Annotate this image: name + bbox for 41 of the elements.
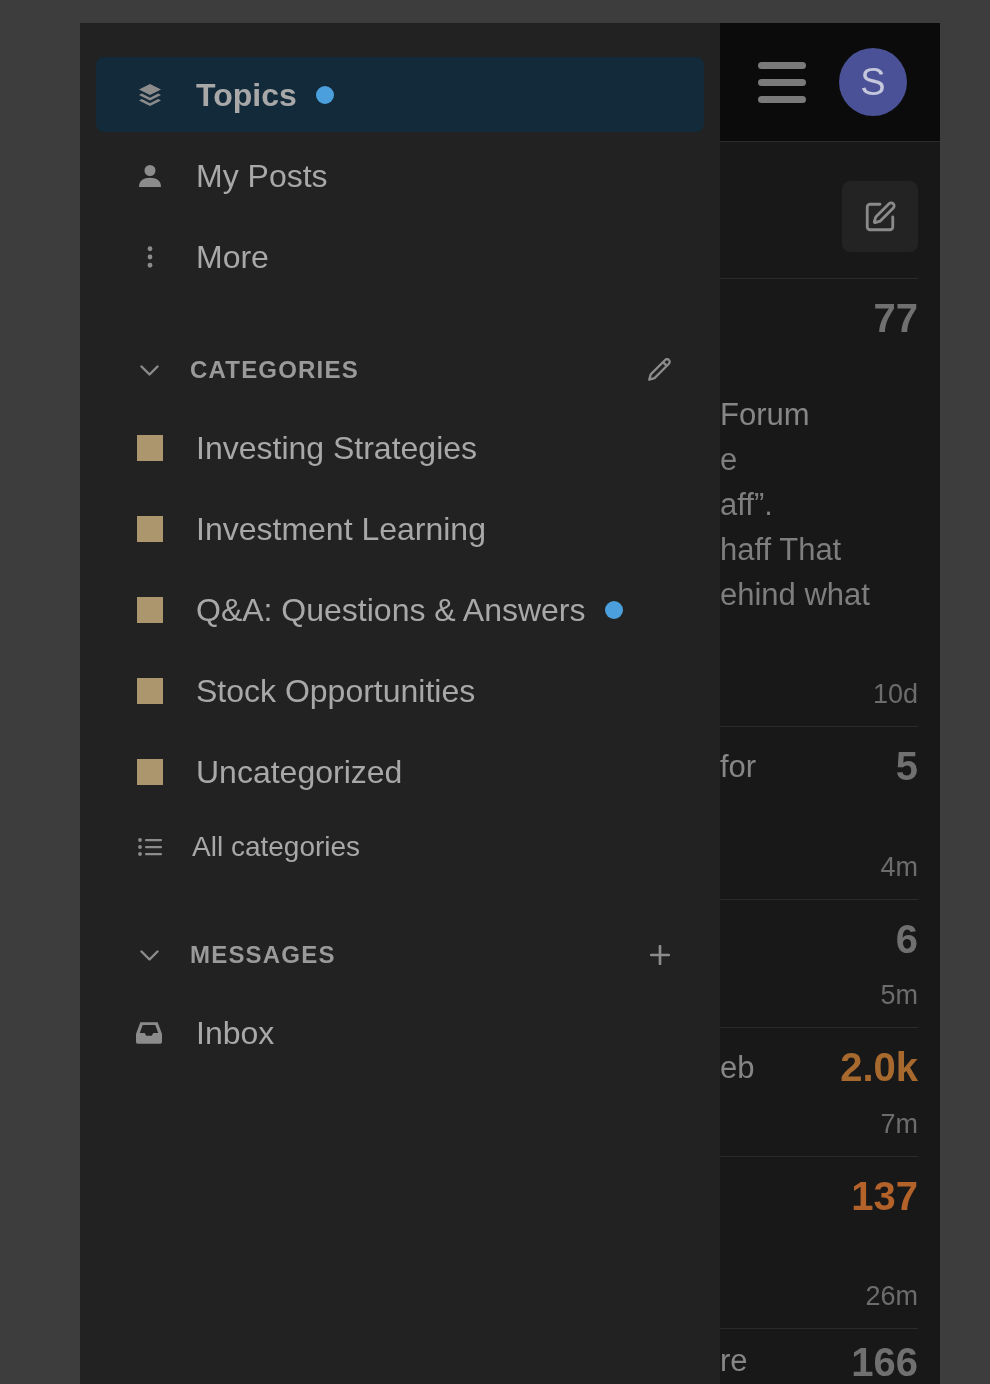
pencil-icon[interactable] <box>648 358 672 382</box>
reply-count[interactable]: 2.0k <box>840 1047 918 1087</box>
reply-count[interactable]: 77 <box>873 298 918 338</box>
sidebar-link[interactable]: Topics <box>96 57 704 132</box>
category-link[interactable]: Uncategorized <box>96 734 704 809</box>
sidebar-link[interactable]: My Posts <box>96 138 704 213</box>
user-icon <box>139 163 161 188</box>
topic-title[interactable]: re <box>720 1339 748 1383</box>
reply-count[interactable]: 137 <box>851 1176 918 1216</box>
avatar-button[interactable]: S <box>839 48 907 116</box>
section-toggle[interactable]: MESSAGES <box>96 937 336 973</box>
new-topic-button[interactable] <box>842 181 918 252</box>
chevron-down-icon <box>140 949 159 961</box>
chevron-down-icon <box>140 364 159 376</box>
category-link[interactable]: Stock Opportunities <box>96 653 704 728</box>
activity-age[interactable]: 26m <box>865 1280 918 1312</box>
activity-age[interactable]: 5m <box>880 979 918 1011</box>
inbox-tray-icon <box>136 1021 162 1044</box>
category-link[interactable]: Investment Learning <box>96 491 704 566</box>
sidebar-link[interactable]: More <box>96 219 704 294</box>
reply-count[interactable]: 6 <box>895 919 918 959</box>
activity-age[interactable]: 7m <box>880 1108 918 1140</box>
inbox-link[interactable]: Inbox <box>96 995 704 1070</box>
plus-icon[interactable] <box>650 945 670 965</box>
topic-excerpt: e aff”. haff That ehind what <box>720 441 870 614</box>
all-categories-link[interactable]: All categories <box>96 815 704 879</box>
layers-icon <box>138 83 162 106</box>
vertical-ellipsis-icon <box>147 245 153 268</box>
activity-age[interactable]: 4m <box>880 851 918 883</box>
category-link[interactable]: Q&A: Questions & Answers <box>96 572 704 647</box>
topic-title[interactable]: eb <box>720 1046 755 1090</box>
topic-title[interactable]: Forum <box>720 393 870 437</box>
activity-age[interactable]: 10d <box>872 678 918 710</box>
edit-icon <box>863 199 897 234</box>
topic-title[interactable]: for <box>720 745 757 789</box>
category-link[interactable]: Investing Strategies <box>96 410 704 485</box>
reply-count[interactable]: 166 <box>851 1342 918 1382</box>
menu-icon[interactable] <box>758 61 806 103</box>
section-toggle[interactable]: CATEGORIES <box>96 352 359 388</box>
reply-count[interactable]: 5 <box>895 746 918 786</box>
list-icon <box>138 837 162 857</box>
